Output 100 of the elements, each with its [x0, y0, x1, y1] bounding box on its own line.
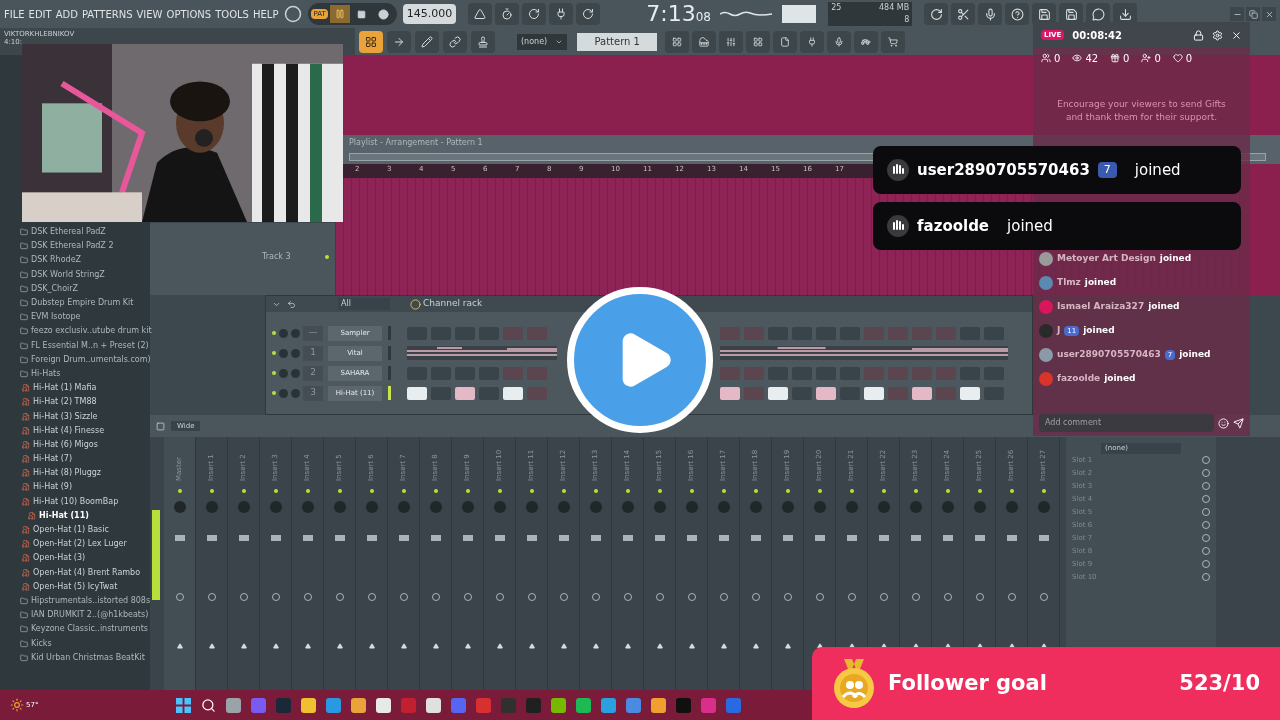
step-button[interactable]	[503, 386, 523, 400]
menu-item[interactable]: EDIT	[28, 6, 52, 22]
play-pause-button[interactable]	[329, 5, 350, 23]
select-button[interactable]	[387, 30, 411, 53]
turtle-button[interactable]	[854, 30, 879, 53]
send-icon[interactable]	[1233, 417, 1244, 429]
volume-fader[interactable]	[846, 535, 857, 541]
send-arrow-icon[interactable]	[464, 643, 471, 649]
mixer-view-icon[interactable]	[156, 421, 165, 431]
cut-button[interactable]	[951, 3, 976, 25]
volume-fader[interactable]	[590, 535, 601, 541]
plugin-button[interactable]	[800, 30, 825, 53]
channel-rack-button[interactable]	[746, 30, 771, 53]
search-icon[interactable]	[201, 697, 217, 713]
insert-led[interactable]	[241, 489, 246, 493]
record-tool-button[interactable]	[827, 30, 852, 53]
insert-led[interactable]	[433, 489, 438, 493]
browser-item[interactable]: DSK World StringZ	[31, 268, 105, 281]
windows-icon[interactable]	[176, 697, 192, 713]
channel-filter-dropdown[interactable]: All	[338, 298, 390, 310]
send-arrow-icon[interactable]	[816, 643, 823, 649]
browser-item[interactable]: Hi-Hat (10) BoomBap	[33, 495, 119, 508]
volume-fader[interactable]	[366, 535, 377, 541]
browser-item[interactable]: Open-Hat (3)	[33, 552, 86, 565]
browser-item[interactable]: Hi-Hat (9)	[33, 481, 73, 494]
browser-item[interactable]: Hi-Hat (11)	[39, 509, 89, 522]
master-pitch-knob[interactable]	[284, 5, 303, 23]
browser-item[interactable]: Hi-Hat (3) Sizzle	[33, 410, 98, 423]
piano-roll-button[interactable]	[692, 30, 717, 53]
browser-item[interactable]: IAN DRUMKIT 2..(@h1kbeats)	[31, 609, 149, 622]
app-icon[interactable]	[426, 697, 442, 713]
volume-fader[interactable]	[494, 535, 505, 541]
app-icon[interactable]	[301, 697, 317, 713]
app-icon[interactable]	[651, 697, 667, 713]
volume-fader[interactable]	[398, 535, 409, 541]
chat-button[interactable]	[1086, 3, 1111, 25]
volume-fader[interactable]	[942, 535, 953, 541]
track-name[interactable]: Track 3	[262, 251, 291, 263]
send-arrow-icon[interactable]	[560, 643, 567, 649]
step-button[interactable]	[720, 386, 740, 400]
restore-button[interactable]	[1246, 7, 1260, 21]
menu-item[interactable]: TOOLS	[215, 6, 249, 22]
step-button[interactable]	[864, 386, 884, 400]
pattern-selector[interactable]: Pattern 1	[577, 32, 658, 51]
app-icon[interactable]	[601, 697, 617, 713]
insert-led[interactable]	[497, 489, 502, 493]
insert-led[interactable]	[593, 489, 598, 493]
send-arrow-icon[interactable]	[656, 643, 663, 649]
insert-led[interactable]	[881, 489, 886, 493]
insert-led[interactable]	[817, 489, 822, 493]
undo-button[interactable]	[924, 3, 949, 25]
volume-fader[interactable]	[430, 535, 441, 541]
send-arrow-icon[interactable]	[624, 643, 631, 649]
browser-item[interactable]: Hi-Hat (8) Pluggz	[33, 467, 102, 480]
browser-item[interactable]: DSK Ethereal PadZ	[31, 226, 106, 239]
send-arrow-icon[interactable]	[304, 643, 311, 649]
step-button[interactable]	[407, 386, 427, 400]
app-icon[interactable]	[551, 697, 567, 713]
browser-item[interactable]: Hi-Hat (4) Finesse	[33, 424, 105, 437]
volume-fader[interactable]	[814, 535, 825, 541]
insert-led[interactable]	[689, 489, 694, 493]
browser-item[interactable]: DSK RhodeZ	[31, 254, 82, 267]
emoji-icon[interactable]	[1218, 417, 1229, 429]
browser-item[interactable]: Hi-Hat (2) TM88	[33, 396, 97, 409]
browser-item[interactable]: Hi-Hat (6) Migos	[33, 438, 98, 451]
menu-item[interactable]: PATTERNS	[81, 6, 133, 22]
insert-led[interactable]	[177, 489, 182, 493]
insert-led[interactable]	[1009, 489, 1014, 493]
browser-item[interactable]: feezo exclusiv..utube drum kit	[31, 325, 152, 338]
volume-fader[interactable]	[270, 535, 281, 541]
insert-led[interactable]	[305, 489, 310, 493]
send-arrow-icon[interactable]	[752, 643, 759, 649]
mixer-track-field[interactable]: 3	[303, 385, 323, 401]
wait-button[interactable]	[495, 3, 520, 25]
volume-fader[interactable]	[782, 535, 793, 541]
browser-item[interactable]: Hi-Hat (1) Mafia	[33, 382, 97, 395]
app-icon[interactable]	[376, 697, 392, 713]
browser-item[interactable]: Hi-Hat (7)	[33, 453, 73, 466]
volume-fader[interactable]	[238, 535, 249, 541]
volume-fader[interactable]	[910, 535, 921, 541]
volume-fader[interactable]	[686, 535, 697, 541]
app-icon[interactable]	[351, 697, 367, 713]
menu-item[interactable]: HELP	[252, 6, 279, 22]
undo-icon[interactable]	[287, 299, 296, 309]
browser-item[interactable]: Hipstrumentals..istorted 808s	[31, 594, 151, 607]
step-sequencer-button[interactable]	[665, 30, 690, 53]
countdown-button[interactable]	[522, 3, 547, 25]
browser-item[interactable]: FL Essential M..n + Preset (2)	[31, 339, 149, 352]
tempo-field[interactable]: 145.000	[402, 4, 457, 24]
step-button[interactable]	[455, 386, 475, 400]
volume-fader[interactable]	[174, 535, 185, 541]
browser-item[interactable]: Open-Hat (5) IcyTwat	[33, 580, 118, 593]
insert-led[interactable]	[1041, 489, 1046, 493]
insert-led[interactable]	[913, 489, 918, 493]
send-arrow-icon[interactable]	[336, 643, 343, 649]
insert-led[interactable]	[849, 489, 854, 493]
channel-led[interactable]	[272, 371, 276, 375]
send-arrow-icon[interactable]	[432, 643, 439, 649]
download-button[interactable]	[1113, 3, 1138, 25]
browser-item[interactable]: Open-Hat (1) Basic	[33, 524, 109, 537]
